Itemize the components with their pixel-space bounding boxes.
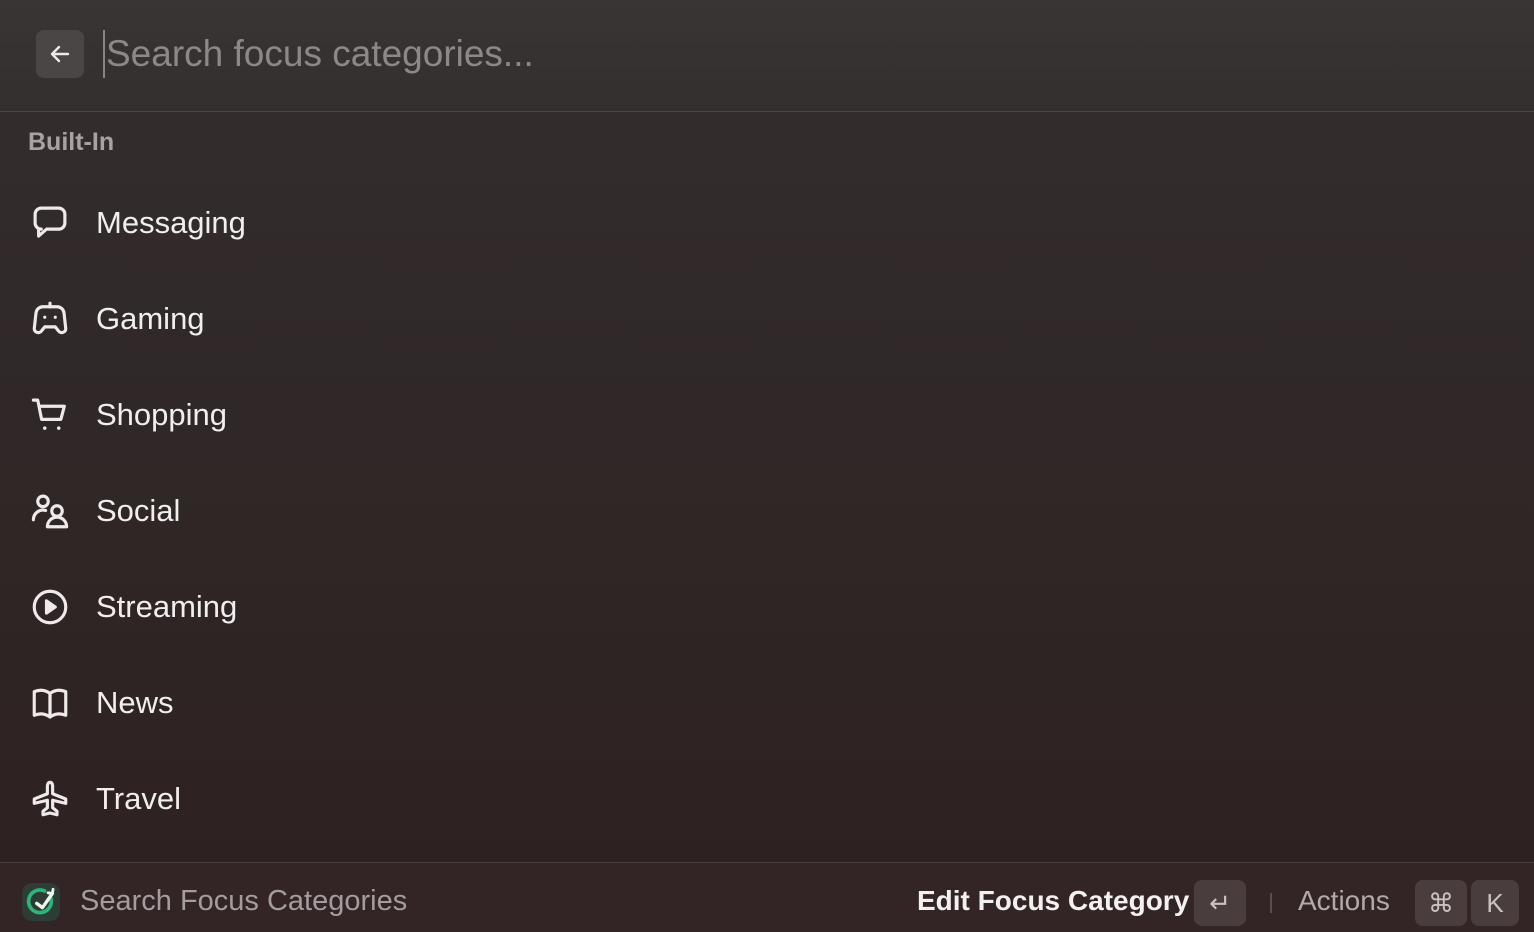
footer-title: Search Focus Categories	[80, 885, 408, 917]
search-input[interactable]	[103, 30, 1006, 78]
list-item-news[interactable]: News	[0, 655, 1534, 751]
book-icon	[28, 681, 72, 725]
edit-focus-category-button[interactable]: Edit Focus Category	[917, 885, 1189, 917]
list-item-label: Travel	[96, 781, 181, 816]
cart-icon	[28, 393, 72, 437]
list-item-social[interactable]: Social	[0, 463, 1534, 559]
list-item-travel[interactable]: Travel	[0, 751, 1534, 847]
list-item-label: Shopping	[96, 397, 228, 432]
list-item-shopping[interactable]: Shopping	[0, 367, 1534, 463]
list-item-gaming[interactable]: Gaming	[0, 271, 1534, 367]
back-button[interactable]	[36, 30, 84, 78]
k-key-hint[interactable]: K	[1471, 880, 1519, 926]
enter-key-hint[interactable]: ↵	[1194, 880, 1246, 926]
actions-button[interactable]: Actions	[1298, 885, 1390, 917]
list-item-messaging[interactable]: Messaging	[0, 175, 1534, 271]
action-bar: Search Focus Categories Edit Focus Categ…	[0, 862, 1534, 932]
search-bar	[0, 0, 1534, 112]
focus-target-icon	[26, 887, 55, 915]
people-icon	[28, 489, 72, 533]
airplane-icon	[28, 777, 72, 821]
list-item-label: Gaming	[96, 301, 205, 336]
list-item-streaming[interactable]: Streaming	[0, 559, 1534, 655]
list-item-label: News	[96, 685, 174, 720]
section-header-built-in: Built-In	[28, 128, 115, 156]
play-circle-icon	[28, 585, 72, 629]
divider	[1270, 893, 1272, 913]
list-item-label: Streaming	[96, 589, 238, 624]
arrow-left-icon	[50, 45, 70, 63]
app-icon	[22, 883, 60, 921]
list-item-label: Messaging	[96, 205, 246, 240]
message-bubble-icon	[28, 201, 72, 245]
list-item-label: Social	[96, 493, 181, 528]
cmd-key-hint[interactable]: ⌘	[1415, 880, 1467, 926]
gamepad-icon	[28, 297, 72, 341]
category-list: Messaging Gaming Shopping Social Streami…	[0, 175, 1534, 847]
